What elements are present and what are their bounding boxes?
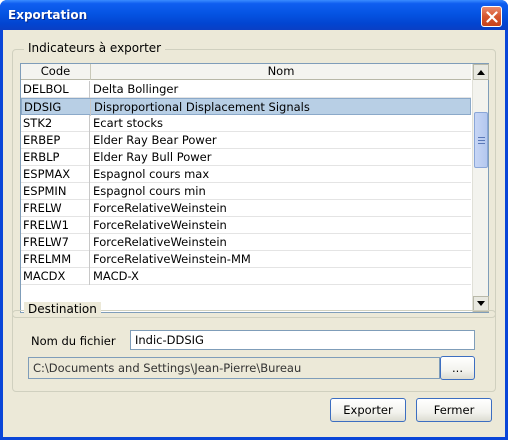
export-dialog: Exportation Indicateurs à exporter Code … (0, 0, 508, 440)
cell-nom: ForceRelativeWeinstein (93, 201, 227, 215)
destination-group-title: Destination (24, 302, 101, 316)
cell-code: FRELW1 (21, 217, 90, 234)
cell-nom: Disproportional Displacement Signals (94, 100, 310, 114)
table-row[interactable]: MACDX MACD-X (21, 268, 471, 285)
window-title: Exportation (8, 8, 88, 22)
export-button[interactable]: Exporter (330, 398, 406, 422)
cell-code: FRELW7 (21, 234, 90, 251)
dialog-content: Indicateurs à exporter Code Nom DELBOL De… (3, 30, 505, 437)
column-header-nom[interactable]: Nom (91, 64, 471, 80)
cell-nom: Espagnol cours max (93, 167, 210, 181)
table-row[interactable]: FRELW ForceRelativeWeinstein (21, 200, 471, 217)
table-row[interactable]: FRELW1 ForceRelativeWeinstein (21, 217, 471, 234)
scroll-thumb[interactable] (474, 112, 488, 168)
cell-code: STK2 (21, 115, 90, 132)
cell-nom: Espagnol cours min (93, 184, 206, 198)
column-header-code[interactable]: Code (21, 64, 91, 80)
table-row[interactable]: DELBOL Delta Bollinger (21, 81, 471, 98)
destination-group (12, 310, 496, 392)
cell-code: ESPMIN (21, 183, 90, 200)
table-body: DELBOL Delta Bollinger DDSIG Disproportiona… (21, 81, 471, 312)
table-row[interactable]: ERBLP Elder Ray Bull Power (21, 149, 471, 166)
cell-nom: Delta Bollinger (93, 82, 179, 96)
browse-button[interactable]: ... (440, 356, 475, 380)
title-bar[interactable]: Exportation (0, 0, 508, 30)
table-row[interactable]: DDSIG Disproportional Displacement Signal… (21, 98, 471, 116)
cell-code: FRELMM (21, 251, 90, 268)
path-field: C:\Documents and Settings\Jean-Pierre\Bu… (28, 357, 440, 379)
cell-code: FRELW (21, 200, 90, 217)
close-window-button[interactable] (481, 6, 502, 27)
table-header: Code Nom (21, 64, 471, 80)
arrow-up-icon (477, 70, 485, 75)
cell-nom: ForceRelativeWeinstein (93, 235, 227, 249)
cell-nom: Ecart stocks (93, 116, 164, 130)
close-button[interactable]: Fermer (416, 398, 492, 422)
table-row[interactable]: FRELMM ForceRelativeWeinstein-MM (21, 251, 471, 268)
close-icon (486, 11, 498, 23)
vertical-scrollbar[interactable] (472, 64, 489, 312)
cell-nom: ForceRelativeWeinstein (93, 218, 227, 232)
table-row[interactable]: ESPMAX Espagnol cours max (21, 166, 471, 183)
indicators-table[interactable]: Code Nom DELBOL Delta Bollinger DDSIG Dispr… (20, 63, 489, 313)
cell-code: ERBLP (21, 149, 90, 166)
filename-input[interactable]: Indic-DDSIG (130, 330, 475, 350)
cell-nom: MACD-X (93, 269, 139, 283)
cell-code: ERBEP (21, 132, 90, 149)
table-row[interactable]: FRELW7 ForceRelativeWeinstein (21, 234, 471, 251)
cell-code: DDSIG (22, 99, 91, 116)
filename-label: Nom du fichier (31, 334, 116, 348)
cell-code: MACDX (21, 268, 90, 285)
cell-nom: Elder Ray Bull Power (93, 150, 212, 164)
table-row[interactable]: ERBEP Elder Ray Bear Power (21, 132, 471, 149)
cell-nom: ForceRelativeWeinstein-MM (93, 252, 251, 266)
cell-code: DELBOL (21, 81, 90, 98)
scroll-up-button[interactable] (473, 64, 489, 80)
cell-nom: Elder Ray Bear Power (93, 133, 217, 147)
indicators-group-title: Indicateurs à exporter (24, 41, 166, 55)
table-row[interactable]: STK2 Ecart stocks (21, 115, 471, 132)
arrow-down-icon (477, 301, 485, 306)
table-row[interactable]: ESPMIN Espagnol cours min (21, 183, 471, 200)
cell-code: ESPMAX (21, 166, 90, 183)
